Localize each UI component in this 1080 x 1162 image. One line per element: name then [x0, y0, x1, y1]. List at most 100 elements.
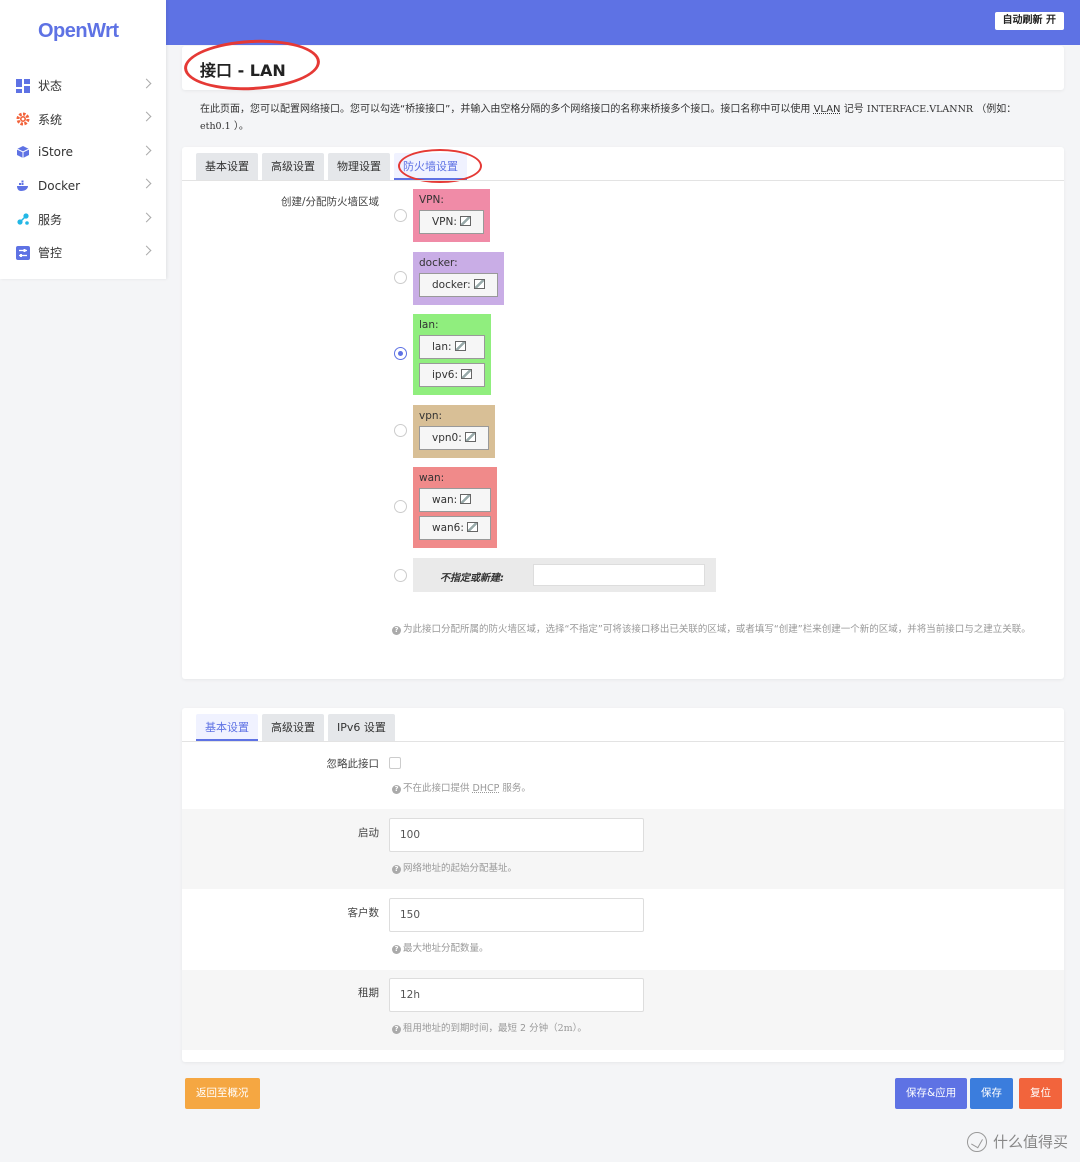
- help-text: 为此接口分配所属的防火墙区域，选择“不指定”可将该接口移出已关联的区域，或者填写…: [403, 624, 1031, 635]
- chevron-right-icon: [141, 178, 152, 189]
- zone-interface-badge: ipv6:: [419, 363, 486, 387]
- zone-name: VPN:: [419, 194, 444, 206]
- sidebar-item-system[interactable]: 系统: [0, 102, 166, 135]
- lease-row: 租期 12h ? 租用地址的到期时间，最短 2 分钟（2m）。: [182, 970, 1064, 1050]
- chevron-right-icon: [141, 111, 152, 122]
- top-bar: 自动刷新 开: [166, 0, 1080, 45]
- help-icon: ?: [392, 945, 401, 954]
- sidebar-item-label: 服务: [38, 212, 63, 227]
- help-text: 。: [577, 1023, 587, 1034]
- page-description: 在此页面，您可以配置网络接口。您可以勾选“桥接接口”，并输入由空格分隔的多个网络…: [200, 101, 1030, 135]
- save-button[interactable]: 保存: [970, 1078, 1013, 1109]
- interface-name: ipv6:: [432, 369, 459, 381]
- start-help-text: ? 网络地址的起始分配基址。: [392, 860, 517, 877]
- auto-refresh-toggle[interactable]: 自动刷新 开: [994, 12, 1064, 30]
- tab-dhcp-advanced[interactable]: 高级设置: [262, 714, 324, 741]
- help-text: 网络地址的起始分配基址。: [403, 863, 518, 874]
- zone-interface-badge: docker:: [419, 273, 498, 297]
- watermark-logo-icon: [966, 1131, 987, 1152]
- zone-interface-badge: lan:: [419, 335, 486, 359]
- ignore-help-text: ? 不在此接口提供 DHCP 服务。: [392, 780, 531, 797]
- watermark-text: 什么值得买: [992, 1133, 1068, 1151]
- description-text: （例如：: [976, 104, 1017, 115]
- zone-VPN: VPN: VPN:: [413, 189, 490, 242]
- ethernet-port-icon: [466, 522, 478, 532]
- ignore-interface-label: 忽略此接口: [326, 758, 380, 770]
- description-text: 记号: [843, 104, 864, 115]
- clients-help-text: ? 最大地址分配数量。: [392, 940, 489, 957]
- tab-divider: [182, 180, 1064, 181]
- help-icon: ?: [392, 785, 401, 794]
- description-text: 在此页面，您可以配置网络接口。您可以勾选“桥接接口”，并输入由空格分隔的多个网络…: [200, 104, 811, 115]
- sidebar-item-label: 状态: [38, 79, 63, 94]
- firewall-help-text: ? 为此接口分配所属的防火墙区域，选择“不指定”可将该接口移出已关联的区域，或者填…: [392, 621, 1047, 638]
- zone-interface-badge: wan6:: [419, 516, 491, 540]
- ethernet-port-icon: [464, 432, 476, 442]
- share-icon: [17, 213, 29, 226]
- zone-radio-wan[interactable]: [394, 500, 407, 513]
- zone-docker: docker: docker:: [413, 252, 504, 305]
- lease-help-text: ? 租用地址的到期时间，最短 2 分钟（2m）。: [392, 1020, 587, 1037]
- zone-radio-lan[interactable]: [394, 347, 407, 360]
- firewall-zone-label: 创建/分配防火墙区域: [280, 196, 379, 208]
- help-icon: ?: [392, 865, 401, 874]
- description-text: ）。: [233, 121, 249, 132]
- ethernet-port-icon: [460, 494, 472, 504]
- docker-icon: [17, 180, 28, 191]
- zone-wan: wan: wan: wan6:: [413, 467, 497, 548]
- clients-label: 客户数: [347, 907, 380, 919]
- start-label: 启动: [358, 827, 379, 839]
- chevron-right-icon: [141, 78, 152, 89]
- sidebar-item-label: 管控: [38, 246, 63, 261]
- lease-input[interactable]: 12h: [389, 978, 644, 1012]
- interface-tabs: 基本设置 高级设置 物理设置 防火墙设置: [196, 153, 471, 180]
- tab-physical[interactable]: 物理设置: [328, 153, 390, 180]
- gear-icon: [16, 112, 30, 126]
- zone-interface-badge: vpn0:: [419, 426, 489, 450]
- zone-lan: lan: lan: ipv6:: [413, 314, 492, 395]
- start-row: 启动 100 ? 网络地址的起始分配基址。: [182, 809, 1064, 889]
- start-input[interactable]: 100: [389, 818, 644, 852]
- zone-name: vpn:: [419, 410, 443, 422]
- zone-radio-new[interactable]: [394, 569, 407, 582]
- zone-name: docker:: [419, 257, 458, 269]
- description-code: INTERFACE.VLANNR: [866, 104, 974, 115]
- help-text: 不在此接口提供: [403, 783, 470, 794]
- ethernet-port-icon: [473, 279, 485, 289]
- zone-interface-badge: VPN:: [419, 210, 484, 234]
- interface-name: docker:: [432, 279, 471, 291]
- sidebar-item-services[interactable]: 服务: [0, 203, 166, 236]
- logo[interactable]: OpenWrt: [38, 20, 119, 43]
- sidebar-item-istore[interactable]: iStore: [0, 136, 166, 169]
- dashboard-icon: [16, 78, 30, 93]
- page-title: 接口 - LAN: [200, 61, 286, 80]
- new-zone-input[interactable]: [533, 564, 705, 586]
- ethernet-port-icon: [461, 369, 473, 379]
- tab-dhcp-general[interactable]: 基本设置: [196, 714, 258, 741]
- chevron-right-icon: [141, 145, 152, 156]
- help-text: 服务。: [502, 783, 531, 794]
- zone-radio-docker[interactable]: [394, 271, 407, 284]
- zone-radio-vpn[interactable]: [394, 424, 407, 437]
- sliders-icon: [16, 245, 30, 260]
- help-text: 最大地址分配数量。: [403, 943, 489, 954]
- zone-radio-VPN[interactable]: [394, 209, 407, 222]
- tab-general[interactable]: 基本设置: [196, 153, 258, 180]
- tab-advanced[interactable]: 高级设置: [262, 153, 324, 180]
- interface-settings-card: 基本设置 高级设置 物理设置 防火墙设置 创建/分配防火墙区域 VPN: VPN…: [182, 147, 1064, 679]
- chevron-right-icon: [141, 245, 152, 256]
- clients-input[interactable]: 150: [389, 898, 644, 932]
- sidebar-menu: 状态 系统 iStore Docker 服务 管控: [0, 69, 166, 269]
- reset-button[interactable]: 复位: [1019, 1078, 1062, 1109]
- sidebar-item-docker[interactable]: Docker: [0, 169, 166, 202]
- back-to-overview-button[interactable]: 返回至概况: [185, 1078, 260, 1109]
- sidebar-item-status[interactable]: 状态: [0, 69, 166, 102]
- tab-firewall[interactable]: 防火墙设置: [394, 153, 467, 180]
- page-title-card: 接口 - LAN: [182, 36, 1064, 94]
- ignore-interface-checkbox[interactable]: [389, 757, 401, 769]
- interface-name: wan:: [432, 494, 458, 506]
- tab-dhcp-ipv6[interactable]: IPv6 设置: [328, 714, 395, 741]
- save-apply-button[interactable]: 保存&应用: [895, 1078, 968, 1109]
- sidebar-item-control[interactable]: 管控: [0, 236, 166, 269]
- interface-name: VPN:: [432, 216, 457, 228]
